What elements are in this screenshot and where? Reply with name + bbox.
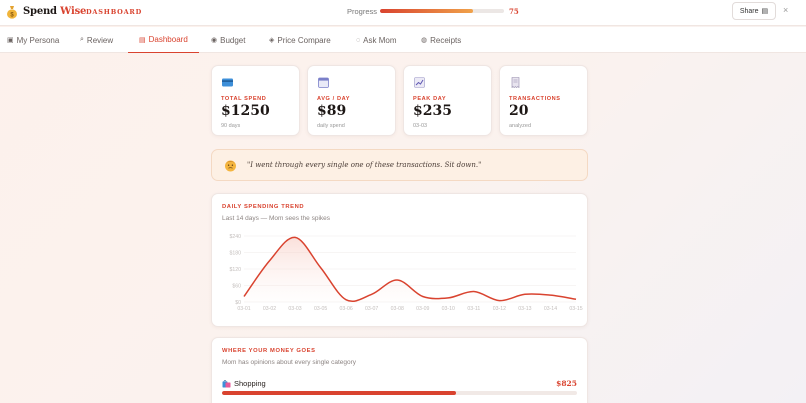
tab-my-persona[interactable]: ▣ My Persona (7, 27, 59, 53)
stat-sub: 90 days (221, 123, 241, 129)
receipt-icon (511, 77, 520, 88)
money-bag-logo-icon: $ (7, 6, 17, 19)
where-money-goes-card: WHERE YOUR MONEY GOES Mom has opinions a… (211, 337, 588, 403)
x-tick-label: 03-15 (569, 306, 582, 312)
x-tick-label: 03-07 (365, 306, 378, 312)
category-subtitle: Mom has opinions about every single cate… (222, 359, 357, 366)
share-button-label: Share (739, 7, 759, 15)
shopping-bags-icon (222, 380, 231, 388)
x-tick-label: 03-12 (493, 306, 506, 312)
tab-label: Ask Mom (363, 35, 397, 45)
x-tick-label: 03-03 (288, 306, 301, 312)
tab-price-compare[interactable]: ◈ Price Compare (269, 27, 331, 53)
x-tick-label: 03-13 (518, 306, 531, 312)
tab-ask-mom[interactable]: ◌ Ask Mom (356, 27, 397, 53)
mom-quote-text: "I went through every single one of thes… (247, 161, 482, 169)
category-row-shopping[interactable]: Shopping (222, 379, 266, 388)
chart-icon: ▤ (139, 36, 146, 44)
tab-label: Review (86, 35, 114, 45)
daily-spending-line-chart: $240$180$120$60$003-01 03-02 03-03 03-05 03-… (229, 234, 582, 312)
tab-label: Dashboard (148, 35, 188, 44)
stat-sub: analyzed (509, 123, 532, 129)
stat-card-transactions: TRANSACTIONS 20 analyzed (499, 65, 588, 136)
x-tick-label: 03-10 (442, 306, 455, 312)
brand-name: Spend Wise (23, 6, 86, 17)
x-tick-label: 03-02 (263, 306, 276, 312)
stat-value: $1250 (221, 103, 270, 119)
clipboard-icon: ▤ (761, 8, 769, 15)
tab-label: My Persona (16, 35, 60, 45)
persona-icon: ▣ (7, 37, 14, 44)
money-bag-icon: ◉ (211, 37, 218, 44)
x-tick-label: 03-06 (340, 306, 353, 312)
stat-card-avg-day: AVG / DAY $89 daily spend (307, 65, 396, 136)
stat-label: PEAK DAY (413, 96, 447, 102)
stat-card-total-spend: TOTAL SPEND $1250 90 days (211, 65, 300, 136)
category-bar-fill (222, 391, 457, 395)
stat-sub: daily spend (317, 123, 345, 129)
x-tick-label: 03-09 (416, 306, 429, 312)
app-header: $ Spend Wise DASHBOARD Progress 75 Share… (0, 0, 806, 26)
tab-receipts[interactable]: ◍ Receipts (421, 27, 461, 53)
x-tick-label: 03-11 (467, 306, 480, 312)
spending-area (244, 237, 576, 302)
stat-label: AVG / DAY (317, 96, 351, 102)
mom-quote-banner: "I went through every single one of thes… (211, 149, 588, 181)
stat-value: $235 (413, 103, 452, 119)
x-tick-label: 03-14 (544, 306, 557, 312)
tab-budget[interactable]: ◉ Budget (211, 27, 245, 53)
category-title: WHERE YOUR MONEY GOES (222, 348, 316, 354)
stat-label: TOTAL SPEND (221, 96, 267, 102)
share-button[interactable]: Share ▤ (732, 2, 776, 20)
brand-name-part2: Wise (60, 6, 87, 17)
daily-spending-trend-card: DAILY SPENDING TREND Last 14 days — Mom … (211, 193, 588, 327)
tab-label: Budget (220, 35, 246, 45)
x-tick-label: 03-01 (237, 306, 250, 312)
category-name: Shopping (234, 379, 266, 388)
brand-name-part1: Spend (23, 6, 57, 17)
credit-card-icon (222, 78, 233, 87)
receipt-icon: ◍ (421, 37, 428, 44)
progress-label: Progress (347, 7, 378, 16)
y-tick-label: $120 (229, 267, 241, 273)
progress-bar (380, 9, 504, 13)
y-tick-label: $240 (229, 234, 241, 240)
tab-label: Price Compare (277, 35, 331, 45)
progress-bar-fill (380, 9, 473, 13)
tab-dashboard[interactable]: ▤ Dashboard (128, 27, 199, 53)
category-bar-shopping (222, 391, 577, 395)
tag-icon: ◈ (269, 37, 275, 44)
tab-bar: ▣ My Persona ⌕ Review ▤ Dashboard ◉ Budget ◈… (0, 27, 806, 53)
y-tick-label: $180 (229, 251, 241, 257)
progress-value: 75 (509, 7, 519, 16)
stat-value: 20 (509, 103, 529, 119)
stat-label: TRANSACTIONS (509, 96, 561, 102)
stat-value: $89 (317, 103, 347, 119)
speech-bubble-icon: ◌ (356, 36, 361, 44)
magnifier-icon: ⌕ (80, 36, 84, 43)
mom-emoji-icon (225, 160, 236, 172)
calendar-icon (318, 77, 329, 88)
trend-up-icon (414, 77, 425, 88)
section-label: DASHBOARD (86, 8, 143, 16)
x-tick-label: 03-05 (314, 306, 327, 312)
close-button[interactable]: × (783, 5, 788, 15)
stat-sub: 03-03 (413, 123, 428, 129)
stat-card-peak-day: PEAK DAY $235 03-03 (403, 65, 492, 136)
y-tick-label: $60 (232, 284, 241, 290)
category-amount: $825 (556, 379, 577, 388)
tab-review[interactable]: ⌕ Review (80, 27, 113, 53)
x-tick-label: 03-08 (391, 306, 404, 312)
tab-label: Receipts (430, 35, 462, 45)
